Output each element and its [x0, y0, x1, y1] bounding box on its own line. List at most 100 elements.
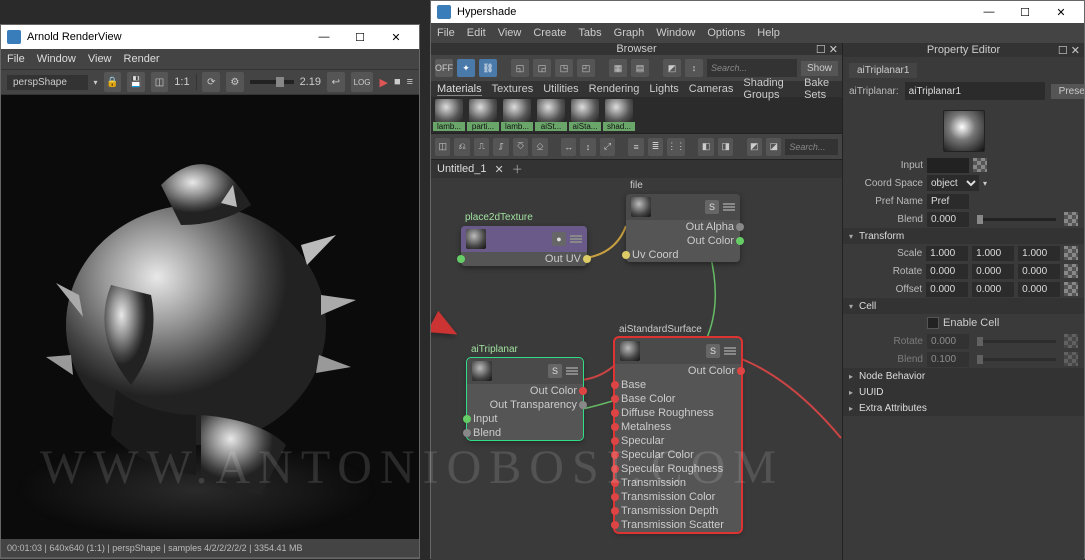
map-button[interactable]: [1064, 246, 1078, 260]
material-swatch[interactable]: lamb...: [433, 99, 465, 131]
port-out-uv[interactable]: Out UV: [461, 252, 587, 266]
select-icon[interactable]: ✦: [457, 59, 475, 77]
port-out-transparency[interactable]: Out Transparency: [467, 398, 583, 412]
map-button[interactable]: [1064, 212, 1078, 226]
pe-tab[interactable]: aiTriplanar1: [849, 63, 917, 78]
gtool-8-icon[interactable]: ↕: [580, 138, 595, 156]
port-out-color[interactable]: Out Color: [615, 364, 741, 378]
gtool-7-icon[interactable]: ↔: [561, 138, 576, 156]
log-label[interactable]: LOG: [351, 72, 374, 92]
port-blend[interactable]: Blend: [467, 426, 583, 440]
menu-view[interactable]: View: [498, 27, 522, 39]
tab-materials[interactable]: Materials: [437, 83, 482, 96]
chevron-down-icon[interactable]: ▾: [94, 78, 98, 87]
rotate-x[interactable]: [926, 264, 968, 279]
port-transmission[interactable]: Transmission: [615, 476, 741, 490]
gtool-4-icon[interactable]: ⎎: [493, 138, 508, 156]
scale-x[interactable]: [926, 246, 968, 261]
link-icon[interactable]: ⛓: [479, 59, 497, 77]
bars-icon[interactable]: [724, 347, 736, 355]
port-specular-roughness[interactable]: Specular Roughness: [615, 462, 741, 476]
gtool-11-icon[interactable]: ◨: [718, 138, 733, 156]
play-icon[interactable]: ▶: [379, 76, 387, 89]
material-swatch[interactable]: lamb...: [501, 99, 533, 131]
port-base[interactable]: Base: [615, 378, 741, 392]
port-specular-color[interactable]: Specular Color: [615, 448, 741, 462]
tab-close-icon[interactable]: ✕: [495, 163, 504, 176]
port-transmission-scatter[interactable]: Transmission Scatter: [615, 518, 741, 532]
stop-icon[interactable]: ■: [394, 76, 401, 89]
port-out-color[interactable]: Out Color: [467, 384, 583, 398]
port-uv-coord[interactable]: Uv Coord: [626, 248, 740, 262]
minimize-button[interactable]: —: [307, 26, 341, 48]
bars-icon[interactable]: [570, 235, 582, 243]
tab-lights[interactable]: Lights: [649, 83, 678, 95]
tool-3-icon[interactable]: ◳: [555, 59, 573, 77]
layout-1-icon[interactable]: ≡: [628, 138, 643, 156]
arv-titlebar[interactable]: Arnold RenderView — ☐ ✕: [1, 25, 419, 49]
material-swatch[interactable]: aiSt...: [535, 99, 567, 131]
crop-icon[interactable]: ◫: [151, 72, 169, 92]
tool-5-icon[interactable]: ▦: [609, 59, 627, 77]
loop-icon[interactable]: ⟳: [202, 72, 220, 92]
tool-1-icon[interactable]: ◱: [511, 59, 529, 77]
exposure-slider[interactable]: [250, 80, 294, 84]
port-out-alpha[interactable]: Out Alpha: [626, 220, 740, 234]
panel-close-icon[interactable]: ☐ ✕: [816, 43, 838, 56]
section-uuid[interactable]: UUID: [843, 384, 1084, 400]
off-toggle[interactable]: OFF: [435, 59, 453, 77]
maximize-button[interactable]: ☐: [1008, 2, 1042, 22]
port-specular[interactable]: Specular: [615, 434, 741, 448]
browser-search[interactable]: Search...: [707, 59, 797, 77]
reset-icon[interactable]: ↩: [327, 72, 345, 92]
tool-2-icon[interactable]: ◲: [533, 59, 551, 77]
gtool-2-icon[interactable]: ⎌: [454, 138, 469, 156]
section-node-behavior[interactable]: Node Behavior: [843, 368, 1084, 384]
menu-icon[interactable]: ≡: [407, 76, 413, 89]
rotate-z[interactable]: [1018, 264, 1060, 279]
gtool-1-icon[interactable]: ◫: [435, 138, 450, 156]
presets-button[interactable]: Presets: [1051, 84, 1084, 99]
port-base-color[interactable]: Base Color: [615, 392, 741, 406]
menu-render[interactable]: Render: [124, 53, 160, 65]
gtool-13-icon[interactable]: ◪: [766, 138, 781, 156]
map-button[interactable]: [973, 158, 987, 172]
node-aitriplanar[interactable]: aiTriplanar S Out Color Out Transparency…: [467, 358, 583, 440]
node-place2dtexture[interactable]: place2dTexture ● Out UV: [461, 226, 587, 266]
menu-window[interactable]: Window: [37, 53, 76, 65]
input-field[interactable]: [927, 158, 969, 173]
tab-rendering[interactable]: Rendering: [589, 83, 640, 95]
maximize-button[interactable]: ☐: [343, 26, 377, 48]
tab-shading-groups[interactable]: Shading Groups: [743, 77, 794, 101]
show-button[interactable]: Show: [801, 61, 838, 76]
tool-4-icon[interactable]: ◰: [577, 59, 595, 77]
tab-bake-sets[interactable]: Bake Sets: [804, 77, 836, 101]
camera-field[interactable]: perspShape: [7, 75, 88, 90]
node-graph[interactable]: place2dTexture ● Out UV file S Out Alpha…: [431, 178, 842, 560]
material-swatch[interactable]: shad...: [603, 99, 635, 131]
tool-8-icon[interactable]: ↕: [685, 59, 703, 77]
tool-6-icon[interactable]: ▤: [631, 59, 649, 77]
graph-tab[interactable]: Untitled_1: [437, 163, 487, 175]
material-preview[interactable]: [943, 110, 985, 152]
menu-window[interactable]: Window: [656, 27, 695, 39]
blend-slider[interactable]: [977, 218, 1056, 221]
coord-space-select[interactable]: object: [927, 175, 979, 191]
material-swatch[interactable]: parti...: [467, 99, 499, 131]
node-aistandardsurface[interactable]: aiStandardSurface S Out Color Base Base …: [615, 338, 741, 532]
bars-icon[interactable]: [723, 203, 735, 211]
layout-3-icon[interactable]: ⋮⋮: [667, 138, 685, 156]
render-viewport[interactable]: [1, 95, 419, 539]
menu-file[interactable]: File: [7, 53, 25, 65]
port-out-color[interactable]: Out Color: [626, 234, 740, 248]
port-transmission-depth[interactable]: Transmission Depth: [615, 504, 741, 518]
node-file[interactable]: file S Out Alpha Out Color Uv Coord: [626, 194, 740, 262]
menu-edit[interactable]: Edit: [467, 27, 486, 39]
offset-z[interactable]: [1018, 282, 1060, 297]
gtool-6-icon[interactable]: ⎐: [532, 138, 547, 156]
gtool-3-icon[interactable]: ⎍: [474, 138, 489, 156]
add-tab-icon[interactable]: ＋: [512, 161, 523, 177]
tab-utilities[interactable]: Utilities: [543, 83, 578, 95]
tab-textures[interactable]: Textures: [492, 83, 534, 95]
close-button[interactable]: ✕: [379, 26, 413, 48]
